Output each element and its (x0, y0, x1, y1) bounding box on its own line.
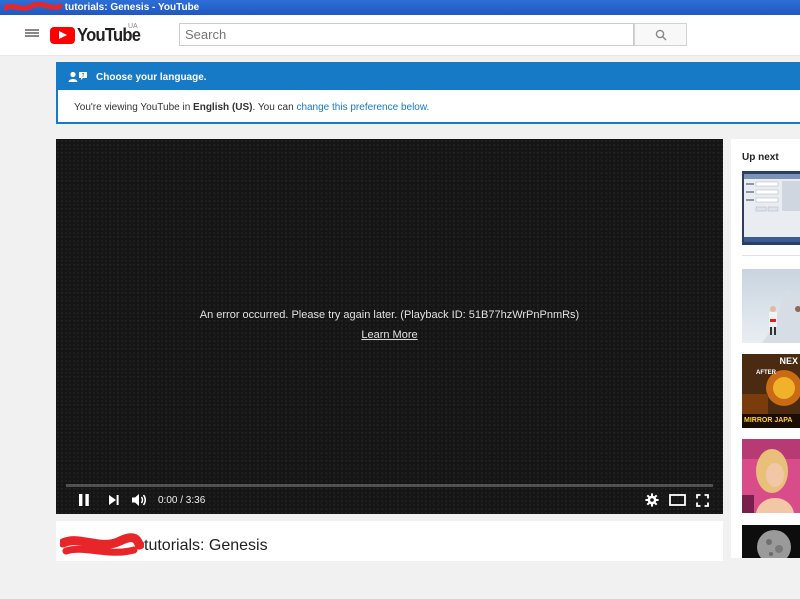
menu-icon[interactable] (24, 25, 40, 41)
up-next-sidebar: Up next NEX AFTER MIRROR JAPA (731, 139, 800, 564)
learn-more-link[interactable]: Learn More (361, 329, 417, 341)
language-banner: ? Choose your language. You're viewing Y… (56, 62, 800, 124)
thumbnail-image (742, 439, 800, 513)
pause-button[interactable] (66, 490, 102, 510)
thumbnail-3[interactable]: NEX AFTER MIRROR JAPA (742, 354, 800, 428)
thumbnail-image (742, 269, 800, 343)
play-logo-icon (50, 27, 75, 44)
masthead: YouTube UA (0, 15, 800, 56)
theater-mode-button[interactable] (669, 490, 686, 510)
volume-button[interactable] (126, 490, 152, 510)
settings-button[interactable] (645, 490, 659, 510)
next-button[interactable] (102, 490, 126, 510)
youtube-logo[interactable]: YouTube UA (50, 23, 146, 46)
player-right-controls (645, 489, 709, 511)
svg-text:?: ? (81, 73, 84, 79)
thumbnail-2[interactable] (742, 269, 800, 343)
logo-country-code: UA (128, 23, 138, 30)
thumbnail-image (742, 171, 800, 245)
thumbnail-image: NEX AFTER MIRROR JAPA (742, 354, 800, 428)
search-button[interactable] (634, 23, 687, 46)
pause-icon (79, 494, 89, 506)
error-message: An error occurred. Please try again late… (199, 309, 580, 321)
banner-body: You're viewing YouTube in English (US). … (58, 90, 800, 125)
video-title-row: tutorials: Genesis (60, 533, 268, 559)
fullscreen-icon (696, 493, 709, 507)
banner-text-middle: . You can (252, 102, 297, 113)
current-language: English (US) (193, 102, 253, 113)
banner-header: ? Choose your language. (58, 64, 800, 90)
theater-mode-icon (669, 494, 686, 506)
redaction-scribble (4, 1, 62, 11)
window-title: tutorials: Genesis - YouTube (64, 2, 200, 13)
thumbnail-4[interactable] (742, 439, 800, 513)
video-player[interactable]: An error occurred. Please try again late… (56, 139, 723, 514)
skip-next-icon (109, 495, 119, 505)
window-titlebar: tutorials: Genesis - YouTube (0, 0, 800, 15)
divider (742, 255, 800, 256)
thumbnail-5[interactable] (742, 525, 800, 599)
redaction-scribble (60, 533, 144, 556)
volume-icon (132, 494, 146, 506)
search-input[interactable] (179, 23, 634, 46)
language-icon: ? (68, 71, 88, 83)
change-language-link[interactable]: change this preference below. (296, 102, 429, 113)
thumbnail-caption-bottom: MIRROR JAPA (744, 417, 792, 424)
video-title: tutorials: Genesis (144, 537, 268, 554)
time-display: 0:00 / 3:36 (158, 494, 206, 506)
player-error: An error occurred. Please try again late… (56, 309, 723, 341)
video-info: tutorials: Genesis (56, 521, 723, 561)
search-icon (655, 29, 667, 41)
thumbnail-image (742, 525, 800, 564)
player-controls: 0:00 / 3:36 (56, 489, 723, 511)
banner-text-prefix: You're viewing YouTube in (74, 102, 194, 113)
thumbnail-caption-top: NEX (779, 356, 798, 366)
up-next-heading: Up next (742, 152, 779, 163)
gear-icon (645, 493, 659, 507)
fullscreen-button[interactable] (696, 490, 709, 510)
progress-bar[interactable] (66, 484, 713, 487)
thumbnail-caption-mid: AFTER (756, 370, 777, 376)
banner-heading: Choose your language. (96, 71, 207, 83)
thumbnail-1[interactable] (742, 171, 800, 245)
